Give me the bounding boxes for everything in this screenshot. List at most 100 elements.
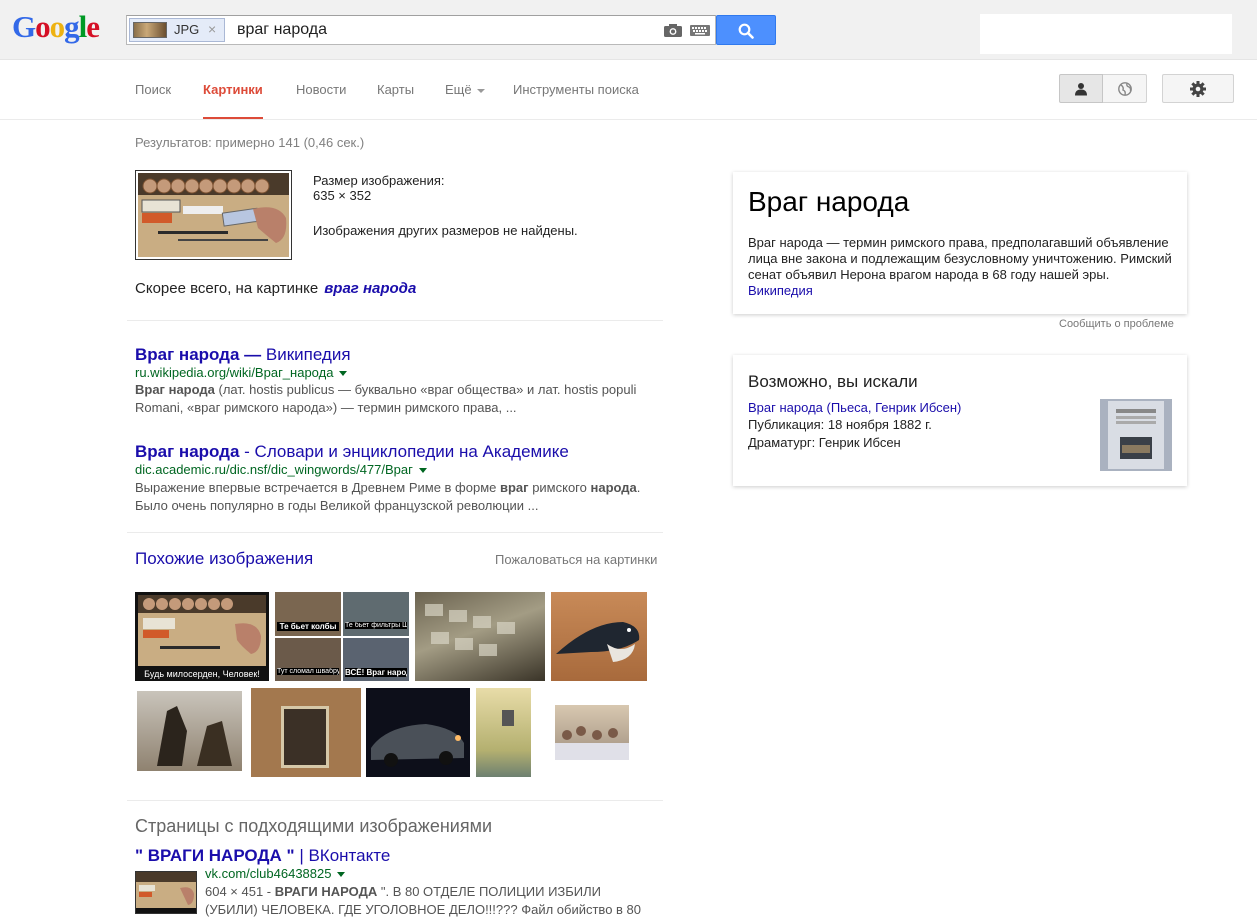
divider: [127, 320, 663, 321]
similar-images-heading[interactable]: Похожие изображения: [135, 549, 313, 569]
remove-image-icon[interactable]: ×: [208, 21, 216, 37]
logo-letter: G: [12, 9, 36, 44]
publication-value: 18 ноября 1882 г.: [824, 417, 932, 432]
result-title-bold: " ВРАГИ НАРОДА ": [135, 846, 295, 865]
snippet-text: Выражение впервые встречается в Древнем …: [135, 480, 500, 495]
similar-image-thumbnail[interactable]: [366, 688, 470, 777]
image-caption: Те бьет фильтры Шатт: [345, 622, 407, 629]
result-thumbnail-photo: [136, 872, 196, 913]
image-chip-extension: JPG: [174, 22, 200, 37]
similar-image-photo: [157, 706, 232, 766]
similar-image-thumbnail[interactable]: [551, 592, 647, 681]
result-title-rest: - Словари и энциклопедии на Академике: [239, 442, 569, 461]
report-images-link[interactable]: Пожаловаться на картинки: [495, 552, 657, 567]
tab-images[interactable]: Картинки: [203, 82, 263, 119]
matching-pages-heading: Страницы с подходящими изображениями: [135, 816, 493, 836]
author-line: Драматург: Генрик Ибсен: [748, 435, 901, 450]
tab-more[interactable]: Ещё: [445, 82, 485, 97]
car-photo: [371, 724, 464, 767]
result-thumbnail[interactable]: [135, 871, 197, 914]
tab-search[interactable]: Поиск: [135, 82, 171, 97]
book-cover-photo: [1108, 401, 1164, 469]
book-cover-figure: [502, 710, 514, 726]
snippet-bold: народа: [590, 480, 637, 495]
globe-icon: [1117, 81, 1132, 96]
similar-image-thumbnail[interactable]: [251, 688, 361, 777]
book-cover-image[interactable]: [1100, 399, 1172, 471]
result-title[interactable]: " ВРАГИ НАРОДА " | ВКонтакте: [135, 846, 390, 866]
divider: [127, 800, 663, 801]
google-logo[interactable]: Google: [12, 9, 100, 44]
knowledge-panel: Враг народа Враг народа — термин римског…: [733, 172, 1187, 314]
keyboard-icon[interactable]: [690, 25, 710, 36]
wikipedia-link[interactable]: Википедия: [748, 283, 813, 298]
person-icon: [1075, 82, 1087, 95]
personal-results-button[interactable]: [1059, 74, 1103, 103]
image-size-info: Размер изображения: 635 × 352: [313, 173, 445, 203]
camera-icon[interactable]: [664, 24, 682, 37]
similar-image-thumbnail[interactable]: [137, 691, 242, 771]
similar-image-thumbnail[interactable]: [415, 592, 545, 681]
bird-photo: [556, 622, 640, 662]
author-label: Драматург:: [748, 435, 816, 450]
image-caption: Те бьет колбы: [277, 622, 339, 631]
settings-button[interactable]: [1162, 74, 1234, 103]
image-query-chip[interactable]: JPG ×: [129, 18, 225, 42]
result-url[interactable]: ru.wikipedia.org/wiki/Враг_народа: [135, 365, 347, 380]
chevron-down-icon: [476, 88, 485, 93]
report-problem-link[interactable]: Сообщить о проблеме: [1059, 318, 1174, 330]
result-url[interactable]: dic.academic.ru/dic.nsf/dic_wingwords/47…: [135, 462, 427, 477]
similar-image-thumbnail[interactable]: [555, 705, 629, 760]
gear-icon: [1190, 80, 1206, 97]
similar-image-thumbnail[interactable]: [476, 688, 531, 777]
tab-maps[interactable]: Карты: [377, 82, 414, 97]
result-title[interactable]: Враг народа - Словари и энциклопедии на …: [135, 442, 569, 462]
logo-letter: e: [86, 9, 100, 44]
similar-image-photo: [138, 595, 266, 666]
search-input[interactable]: [237, 16, 657, 44]
publication-label: Публикация:: [748, 417, 825, 432]
did-you-mean-link[interactable]: Враг народа (Пьеса, Генрик Ибсен): [748, 400, 961, 415]
snippet-bold: ВРАГИ НАРОДА: [274, 884, 378, 899]
query-image-photo: [138, 173, 289, 257]
best-guess: Скорее всего, на картинке враг народа: [135, 280, 416, 297]
similar-image-photo: [425, 604, 515, 656]
author-value: Генрик Ибсен: [815, 435, 901, 450]
best-guess-link[interactable]: враг народа: [324, 280, 416, 297]
knowledge-panel-description: Враг народа — термин римского права, пре…: [748, 235, 1178, 299]
result-url[interactable]: vk.com/club46438825: [205, 866, 345, 881]
result-title-rest: | ВКонтакте: [294, 846, 391, 865]
similar-image-thumbnail[interactable]: Те бьет колбы Те бьет фильтры Шатт Тут с…: [275, 592, 409, 681]
search-button[interactable]: [716, 15, 776, 45]
image-size-label: Размер изображения:: [313, 173, 445, 188]
account-area: [980, 14, 1232, 54]
knowledge-panel-text: Враг народа — термин римского права, пре…: [748, 235, 1172, 282]
image-size-value: 635 × 352: [313, 188, 372, 203]
tab-news[interactable]: Новости: [296, 82, 346, 97]
query-image-chip-thumbnail: [133, 22, 167, 38]
divider: [127, 532, 663, 533]
query-image-thumbnail[interactable]: [135, 170, 292, 260]
logo-letter: l: [78, 9, 88, 44]
image-caption: Будь милосерден, Человек!: [144, 669, 260, 679]
search-tabs: Поиск Картинки Новости Карты Ещё Инструм…: [0, 60, 1257, 120]
logo-letter: g: [64, 9, 79, 44]
people-photo: [555, 726, 629, 760]
snippet-bold: враг: [500, 480, 529, 495]
snippet-text: римского: [528, 480, 591, 495]
publication-line: Публикация: 18 ноября 1882 г.: [748, 417, 932, 432]
logo-letter: o: [49, 9, 65, 44]
framed-picture: [281, 706, 329, 768]
result-title[interactable]: Враг народа — Википедия: [135, 345, 351, 365]
did-you-mean-heading: Возможно, вы искали: [748, 372, 918, 391]
tab-more-label: Ещё: [445, 82, 472, 97]
result-title-rest: Википедия: [261, 345, 351, 364]
similar-image-thumbnail[interactable]: Будь милосерден, Человек!: [135, 592, 269, 681]
hide-personal-results-button[interactable]: [1103, 74, 1147, 103]
search-box[interactable]: JPG ×: [126, 15, 716, 45]
result-stats: Результатов: примерно 141 (0,46 сек.): [135, 135, 365, 150]
did-you-mean-panel: Возможно, вы искали Враг народа (Пьеса, …: [733, 355, 1187, 486]
snippet-dimensions: 604 × 451 -: [205, 884, 275, 899]
no-other-sizes-text: Изображения других размеров не найдены.: [313, 223, 578, 238]
tab-search-tools[interactable]: Инструменты поиска: [513, 82, 639, 97]
